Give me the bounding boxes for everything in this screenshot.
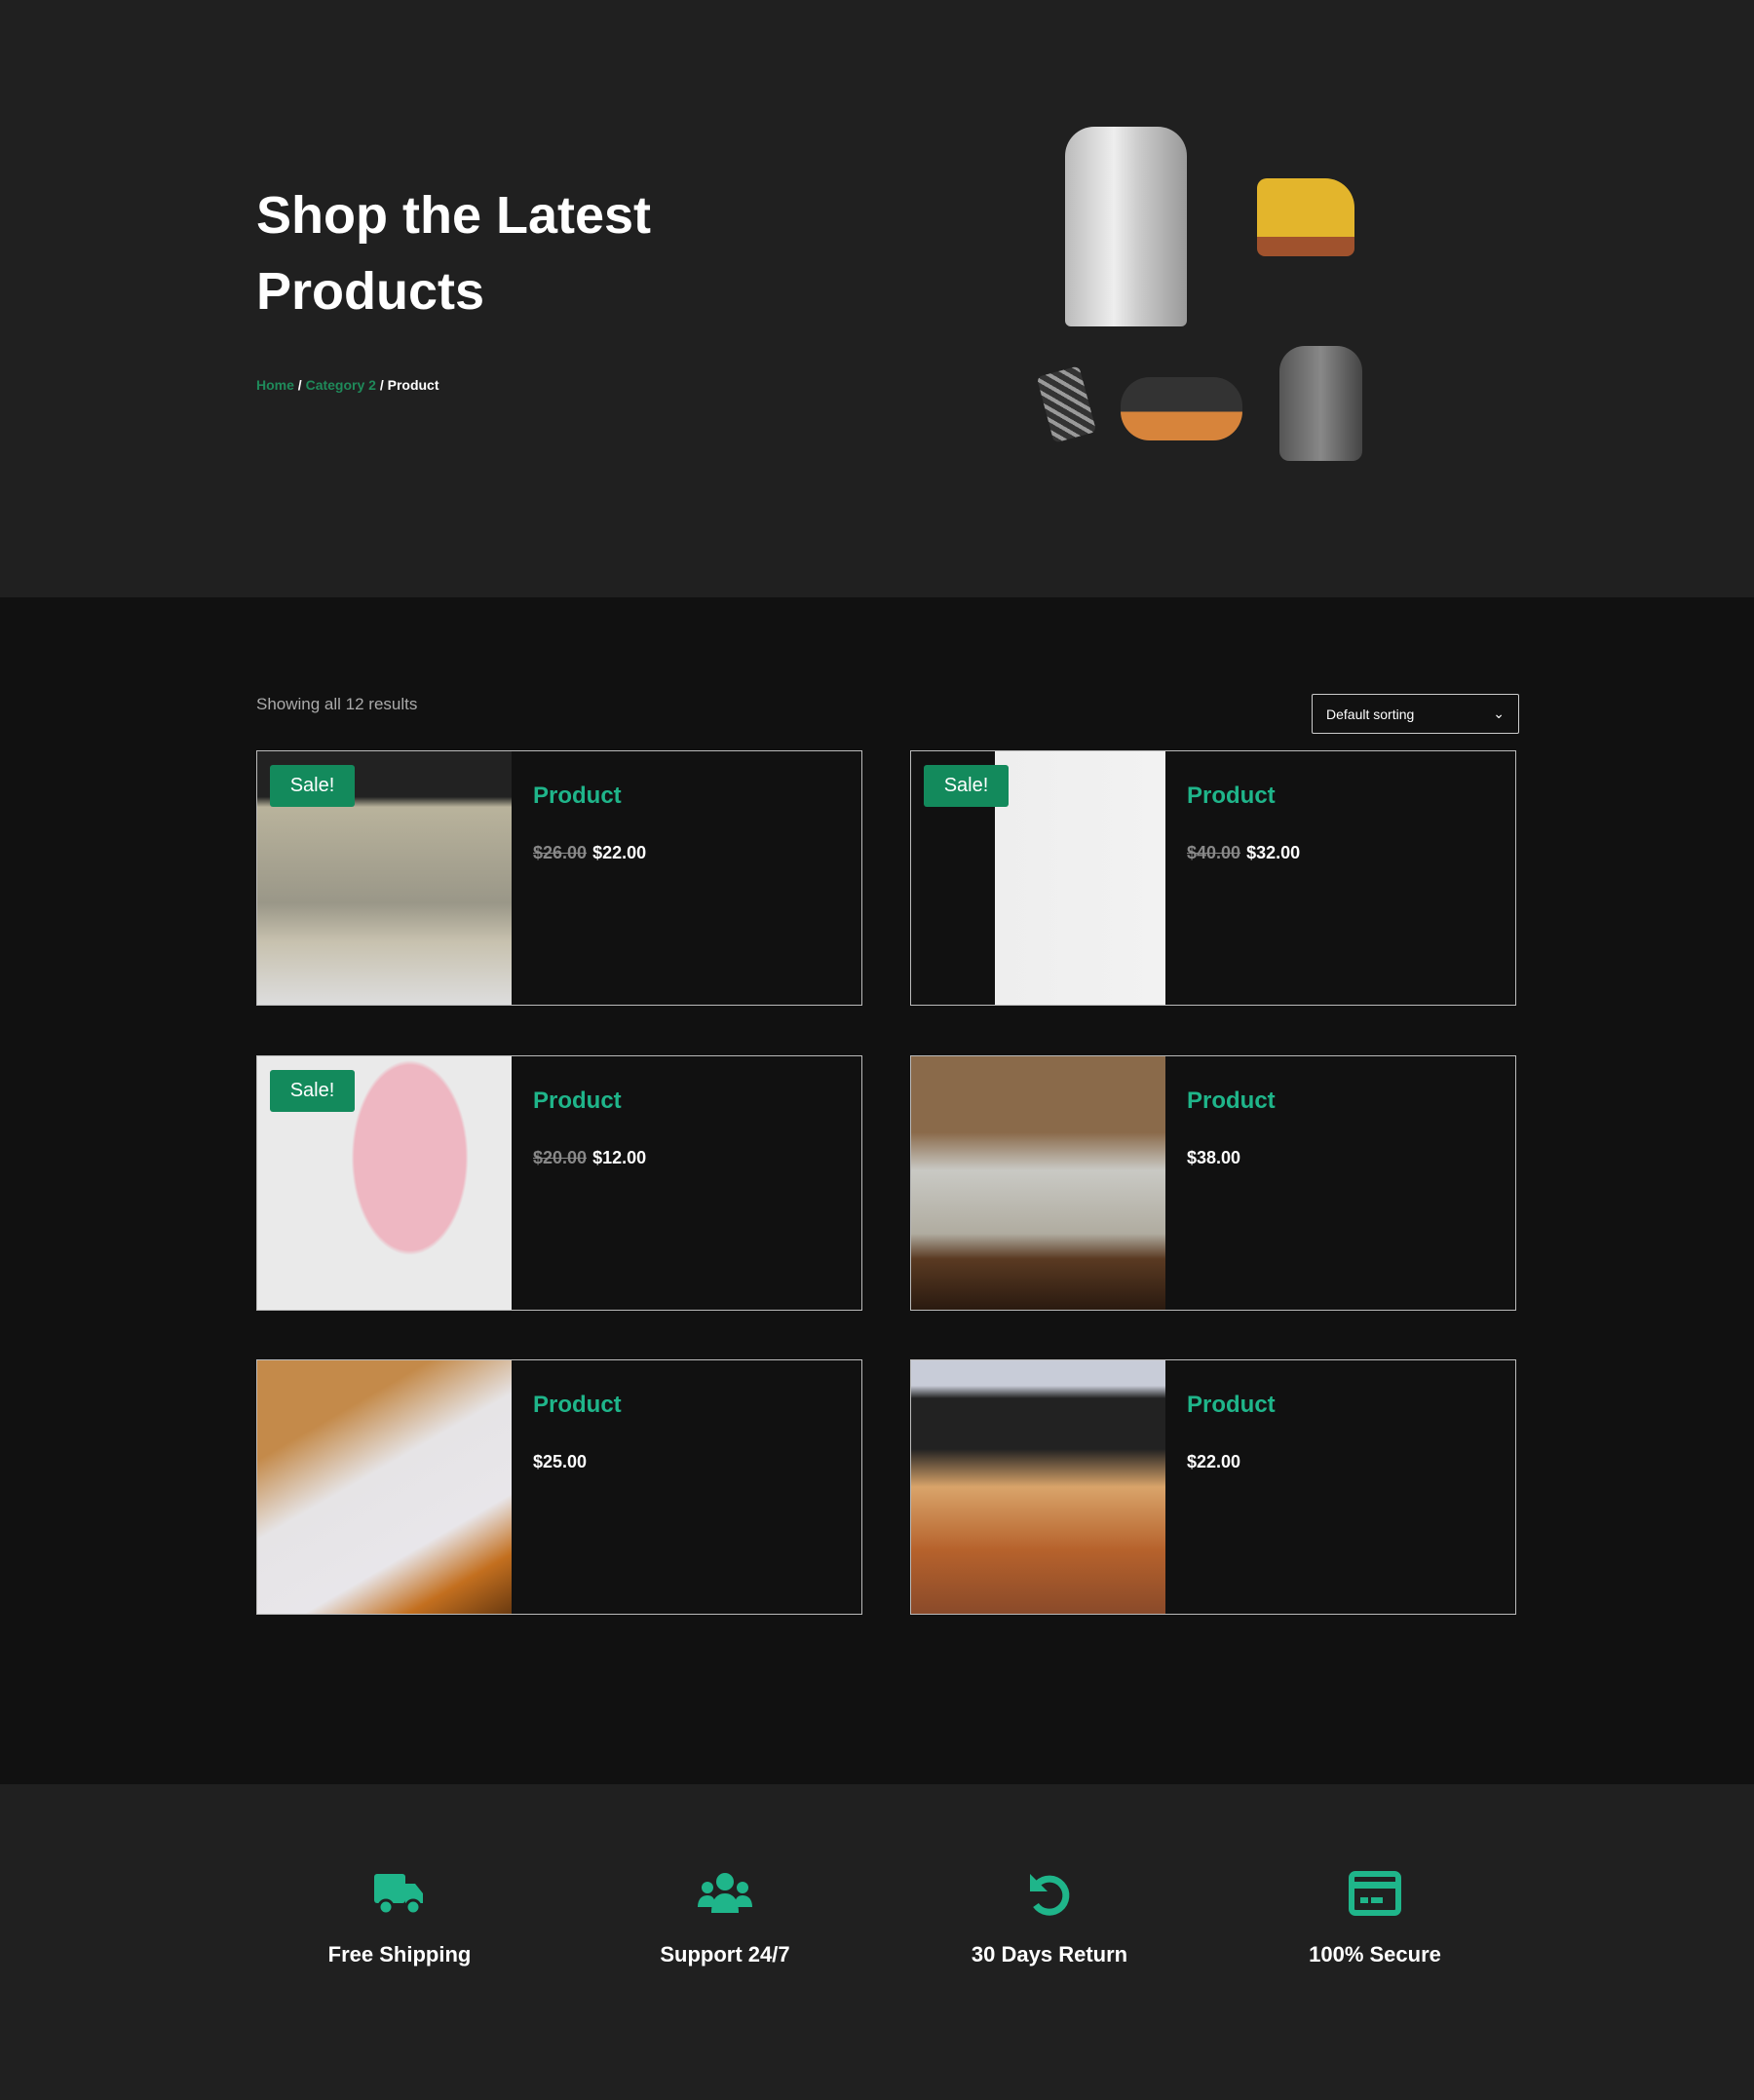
shirt-image xyxy=(1065,127,1187,326)
product-price: $20.00 $12.00 xyxy=(533,1148,647,1167)
chair-image xyxy=(1257,178,1354,256)
breadcrumb-category[interactable]: Category 2 xyxy=(306,377,376,393)
product-price: $38.00 xyxy=(1187,1148,1241,1167)
product-price: $26.00 $22.00 xyxy=(533,843,647,862)
chevron-down-icon: ⌄ xyxy=(1493,706,1505,721)
product-card[interactable]: Sale! Product $26.00 $22.00 xyxy=(256,750,862,1006)
product-card[interactable]: Sale! Product $40.00 $32.00 xyxy=(910,750,1516,1006)
product-title[interactable]: Product xyxy=(533,783,622,810)
sale-badge: Sale! xyxy=(270,765,355,807)
sort-select[interactable]: Default sorting ⌄ xyxy=(1312,694,1519,734)
product-image[interactable] xyxy=(257,1360,512,1614)
credit-card-icon xyxy=(1349,1871,1401,1916)
product-image[interactable] xyxy=(911,1360,1165,1614)
product-title[interactable]: Product xyxy=(1187,1392,1276,1419)
breadcrumb-home[interactable]: Home xyxy=(256,377,294,393)
sale-badge: Sale! xyxy=(270,1070,355,1112)
feature-free-shipping: Free Shipping xyxy=(253,1870,546,1967)
backpack-image xyxy=(1279,346,1362,461)
sandals-image xyxy=(1121,377,1242,440)
product-title[interactable]: Product xyxy=(1187,1088,1276,1115)
undo-icon xyxy=(1030,1874,1070,1916)
hero-product-collage xyxy=(1033,122,1403,468)
product-price: $25.00 xyxy=(533,1452,588,1471)
product-card[interactable]: Product $38.00 xyxy=(910,1055,1516,1311)
feature-returns: 30 Days Return xyxy=(903,1870,1196,1967)
feature-label: 100% Secure xyxy=(1309,1942,1441,1966)
product-card[interactable]: Product $22.00 xyxy=(910,1359,1516,1615)
sale-badge: Sale! xyxy=(924,765,1009,807)
users-icon xyxy=(698,1873,752,1913)
features-section: Free Shipping Support 24/7 30 Days Retur… xyxy=(0,1784,1754,2100)
feature-support: Support 24/7 xyxy=(579,1870,871,1967)
feature-label: 30 Days Return xyxy=(971,1942,1128,1966)
product-price: $22.00 xyxy=(1187,1452,1241,1471)
truck-icon xyxy=(374,1874,423,1916)
feature-label: Support 24/7 xyxy=(660,1942,790,1966)
product-title[interactable]: Product xyxy=(1187,783,1276,810)
hero-section: Shop the Latest Products Home / Category … xyxy=(0,0,1754,597)
breadcrumb-current: Product xyxy=(387,377,439,393)
page-title: Shop the Latest Products xyxy=(256,186,652,321)
result-count: Showing all 12 results xyxy=(256,695,418,713)
feature-secure: 100% Secure xyxy=(1229,1870,1521,1967)
product-price: $40.00 $32.00 xyxy=(1187,843,1301,862)
product-image[interactable] xyxy=(911,1056,1165,1310)
feature-label: Free Shipping xyxy=(327,1942,472,1966)
product-card[interactable]: Sale! Product $20.00 $12.00 xyxy=(256,1055,862,1311)
product-card[interactable]: Product $25.00 xyxy=(256,1359,862,1615)
product-title[interactable]: Product xyxy=(533,1392,622,1419)
breadcrumb: Home / Category 2 / Product xyxy=(256,377,439,393)
product-title[interactable]: Product xyxy=(533,1088,622,1115)
tie-image xyxy=(1036,365,1097,443)
